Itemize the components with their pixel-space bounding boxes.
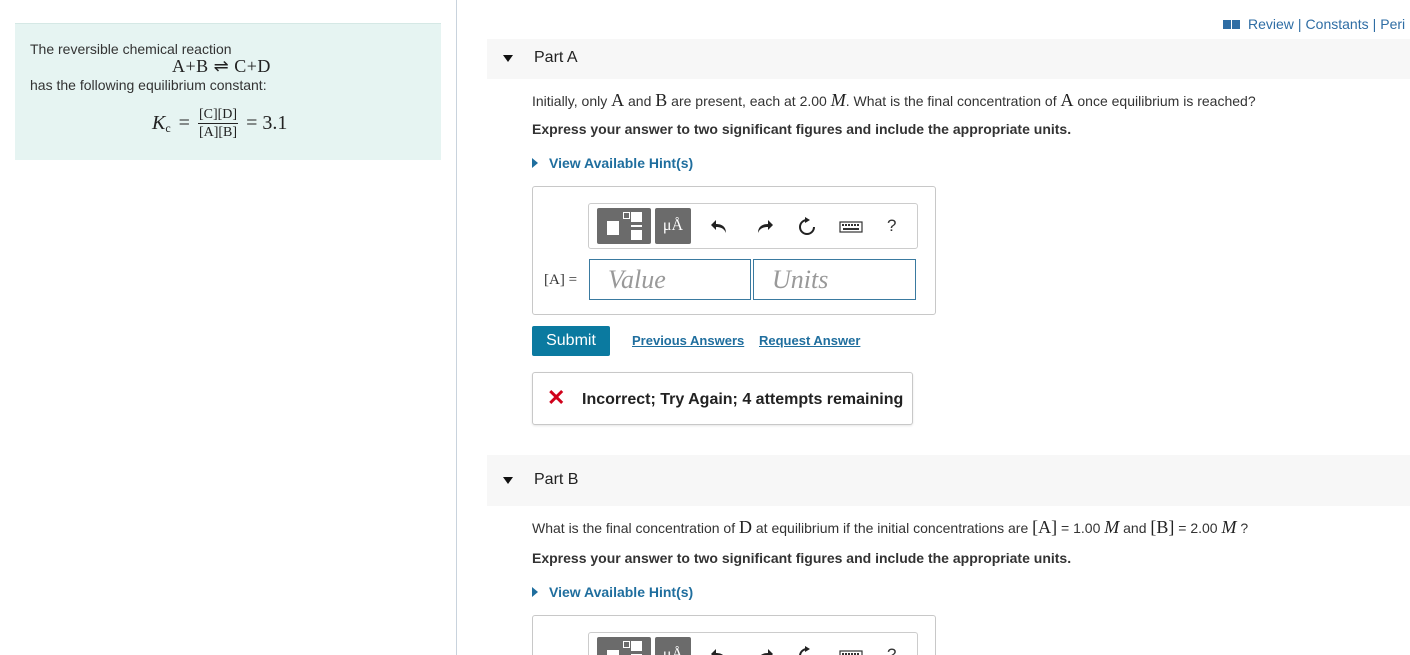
part-a-hint-toggle[interactable]: View Available Hint(s) — [532, 155, 693, 171]
request-answer-link[interactable]: Request Answer — [759, 333, 860, 348]
template-numerator-icon — [631, 641, 642, 651]
intro-text: The reversible chemical reaction — [30, 41, 232, 57]
previous-answers-link[interactable]: Previous Answers — [632, 333, 744, 348]
help-button[interactable]: ? — [887, 645, 896, 655]
help-button[interactable]: ? — [887, 216, 896, 236]
templates-button[interactable] — [597, 637, 651, 655]
part-b-instruction: Express your answer to two significant f… — [532, 550, 1072, 566]
undo-icon[interactable] — [710, 217, 730, 237]
math-toolbar: μÅ ? — [588, 632, 918, 655]
template-box-icon — [607, 650, 619, 655]
redo-icon[interactable] — [754, 217, 774, 237]
reset-icon[interactable] — [797, 217, 817, 237]
part-b-answer-box: μÅ ? — [532, 615, 936, 655]
math-toolbar: μÅ ? — [588, 203, 918, 249]
units-symbol-button[interactable]: μÅ — [655, 637, 691, 655]
keyboard-icon[interactable] — [839, 646, 863, 655]
template-fraction-bar-icon — [631, 225, 642, 227]
kc-subscript: c — [165, 121, 171, 135]
incorrect-x-icon: ✕ — [547, 385, 566, 410]
constants-link[interactable]: Constants — [1306, 16, 1369, 32]
collapse-triangle-icon[interactable] — [503, 477, 513, 484]
template-small-box-icon — [623, 641, 630, 648]
part-b-hint-toggle[interactable]: View Available Hint(s) — [532, 584, 693, 600]
part-a-question: Initially, only A and B are present, eac… — [532, 90, 1256, 110]
expand-triangle-icon — [532, 158, 538, 168]
template-box-icon — [607, 221, 619, 235]
feedback-text: Incorrect; Try Again; 4 attempts remaini… — [582, 391, 904, 408]
keyboard-icon[interactable] — [839, 217, 863, 237]
units-symbol-button[interactable]: μÅ — [655, 208, 691, 244]
part-a-title: Part A — [534, 49, 578, 66]
problem-intro-panel: The reversible chemical reaction A+B ⇌ C… — [15, 23, 441, 160]
templates-button[interactable] — [597, 208, 651, 244]
hint-label: View Available Hint(s) — [549, 155, 694, 171]
top-links: Review | Constants | Peri — [1222, 16, 1405, 32]
template-denominator-icon — [631, 230, 642, 240]
constant-intro-text: has the following equilibrium constant: — [30, 77, 267, 93]
column-divider — [456, 0, 457, 655]
reaction-equation: A+B ⇌ C+D — [172, 56, 271, 76]
reset-icon[interactable] — [797, 646, 817, 655]
template-numerator-icon — [631, 212, 642, 222]
part-b-title: Part B — [534, 471, 579, 488]
kc-numerator: [C][D] — [197, 107, 239, 124]
value-input[interactable]: Value — [589, 259, 751, 300]
kc-denominator: [A][B] — [198, 125, 238, 140]
part-a-instruction: Express your answer to two significant f… — [532, 121, 1072, 137]
part-b-question: What is the final concentration of D at … — [532, 517, 1249, 537]
review-link[interactable]: Review — [1248, 16, 1294, 32]
kc-value: = 3.1 — [246, 112, 288, 134]
part-a-header[interactable]: Part A — [487, 39, 1410, 79]
units-input[interactable]: Units — [753, 259, 916, 300]
link-separator: | — [1297, 16, 1302, 32]
template-small-box-icon — [623, 212, 630, 219]
redo-icon[interactable] — [754, 646, 774, 655]
link-separator: | — [1372, 16, 1377, 32]
kc-fraction: [C][D] [A][B] — [197, 106, 239, 141]
collapse-triangle-icon[interactable] — [503, 55, 513, 62]
answer-lhs-label: [A] = — [544, 272, 578, 288]
hint-label: View Available Hint(s) — [549, 584, 694, 600]
kc-symbol: K — [152, 112, 166, 134]
kc-expression: K c = [C][D] [A][B] = 3.1 — [152, 106, 287, 141]
expand-triangle-icon — [532, 587, 538, 597]
undo-icon[interactable] — [710, 646, 730, 655]
part-a-answer-box: μÅ ? [A] = Value Units — [532, 186, 936, 315]
submit-button[interactable]: Submit — [532, 326, 610, 356]
periodic-table-link[interactable]: Peri — [1380, 16, 1405, 32]
part-b-header[interactable]: Part B — [487, 455, 1410, 506]
book-icon — [1222, 18, 1242, 30]
feedback-box: ✕ Incorrect; Try Again; 4 attempts remai… — [532, 372, 913, 425]
kc-equals: = — [178, 112, 190, 134]
